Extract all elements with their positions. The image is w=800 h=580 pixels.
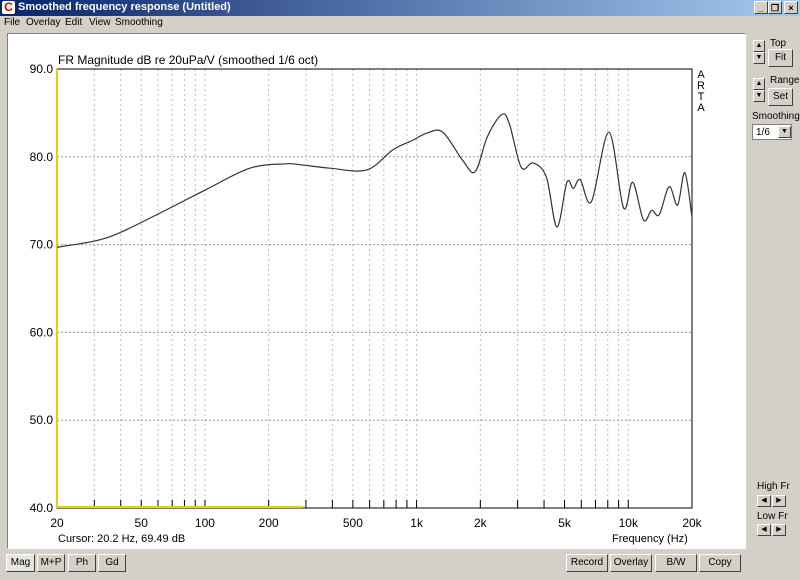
top-down-button[interactable]: ▼ (753, 52, 765, 64)
arta-logo: ARTA (696, 70, 706, 114)
arta-letter: A (697, 102, 705, 114)
x-tick-label: 50 (135, 516, 149, 530)
gd-button[interactable]: Gd (98, 554, 126, 572)
y-tick-label: 90.0 (30, 62, 54, 76)
range-label: Range (770, 75, 800, 86)
low-fr-right-button[interactable]: ▶ (772, 524, 786, 536)
x-axis-label: Frequency (Hz) (612, 533, 688, 545)
x-tick-label: 2k (474, 516, 488, 530)
high-fr-label: High Fr (757, 481, 790, 492)
x-tick-label: 20k (682, 516, 702, 530)
m-p-button[interactable]: M+P (37, 554, 65, 572)
cursor-readout: Cursor: 20.2 Hz, 69.49 dB (58, 533, 186, 545)
low-fr-label: Low Fr (757, 511, 788, 522)
low-fr-left-button[interactable]: ◀ (757, 524, 771, 536)
smoothing-select[interactable]: 1/6 ▼ (752, 124, 792, 140)
smoothing-label: Smoothing (752, 111, 800, 122)
mag-button[interactable]: Mag (6, 554, 35, 572)
y-tick-label: 70.0 (30, 238, 54, 252)
ph-button[interactable]: Ph (68, 554, 96, 572)
record-button[interactable]: Record (566, 554, 608, 572)
magnitude-curve (56, 113, 693, 248)
x-tick-label: 100 (195, 516, 215, 530)
x-tick-label: 10k (619, 516, 639, 530)
chart-title: FR Magnitude dB re 20uPa/V (smoothed 1/6… (58, 53, 319, 67)
copy-button[interactable]: Copy (699, 554, 741, 572)
top-label: Top (770, 38, 787, 49)
range-up-button[interactable]: ▲ (753, 78, 765, 90)
x-tick-label: 20 (50, 516, 64, 530)
fit-button[interactable]: Fit (768, 49, 793, 67)
smoothing-value: 1/6 (756, 127, 770, 138)
y-tick-label: 60.0 (30, 325, 54, 339)
frequency-response-chart[interactable]: 40.0 50.0 60.0 70.0 80.0 90.0 20 50 100 200 500 1k 2… (0, 0, 800, 580)
set-button[interactable]: Set (768, 88, 793, 106)
y-tick-label: 80.0 (30, 150, 54, 164)
range-down-button[interactable]: ▼ (753, 90, 765, 102)
x-tick-label: 1k (410, 516, 424, 530)
x-tick-label: 500 (343, 516, 363, 530)
x-tick-label: 200 (259, 516, 279, 530)
x-tick-label: 5k (558, 516, 572, 530)
bw-button[interactable]: B/W (655, 554, 697, 572)
high-fr-right-button[interactable]: ▶ (772, 495, 786, 507)
y-tick-label: 50.0 (30, 413, 54, 427)
chevron-down-icon[interactable]: ▼ (778, 126, 791, 138)
plot-frame (56, 68, 693, 509)
high-fr-left-button[interactable]: ◀ (757, 495, 771, 507)
overlay-button[interactable]: Overlay (610, 554, 652, 572)
y-tick-label: 40.0 (30, 501, 54, 515)
top-up-button[interactable]: ▲ (753, 40, 765, 52)
